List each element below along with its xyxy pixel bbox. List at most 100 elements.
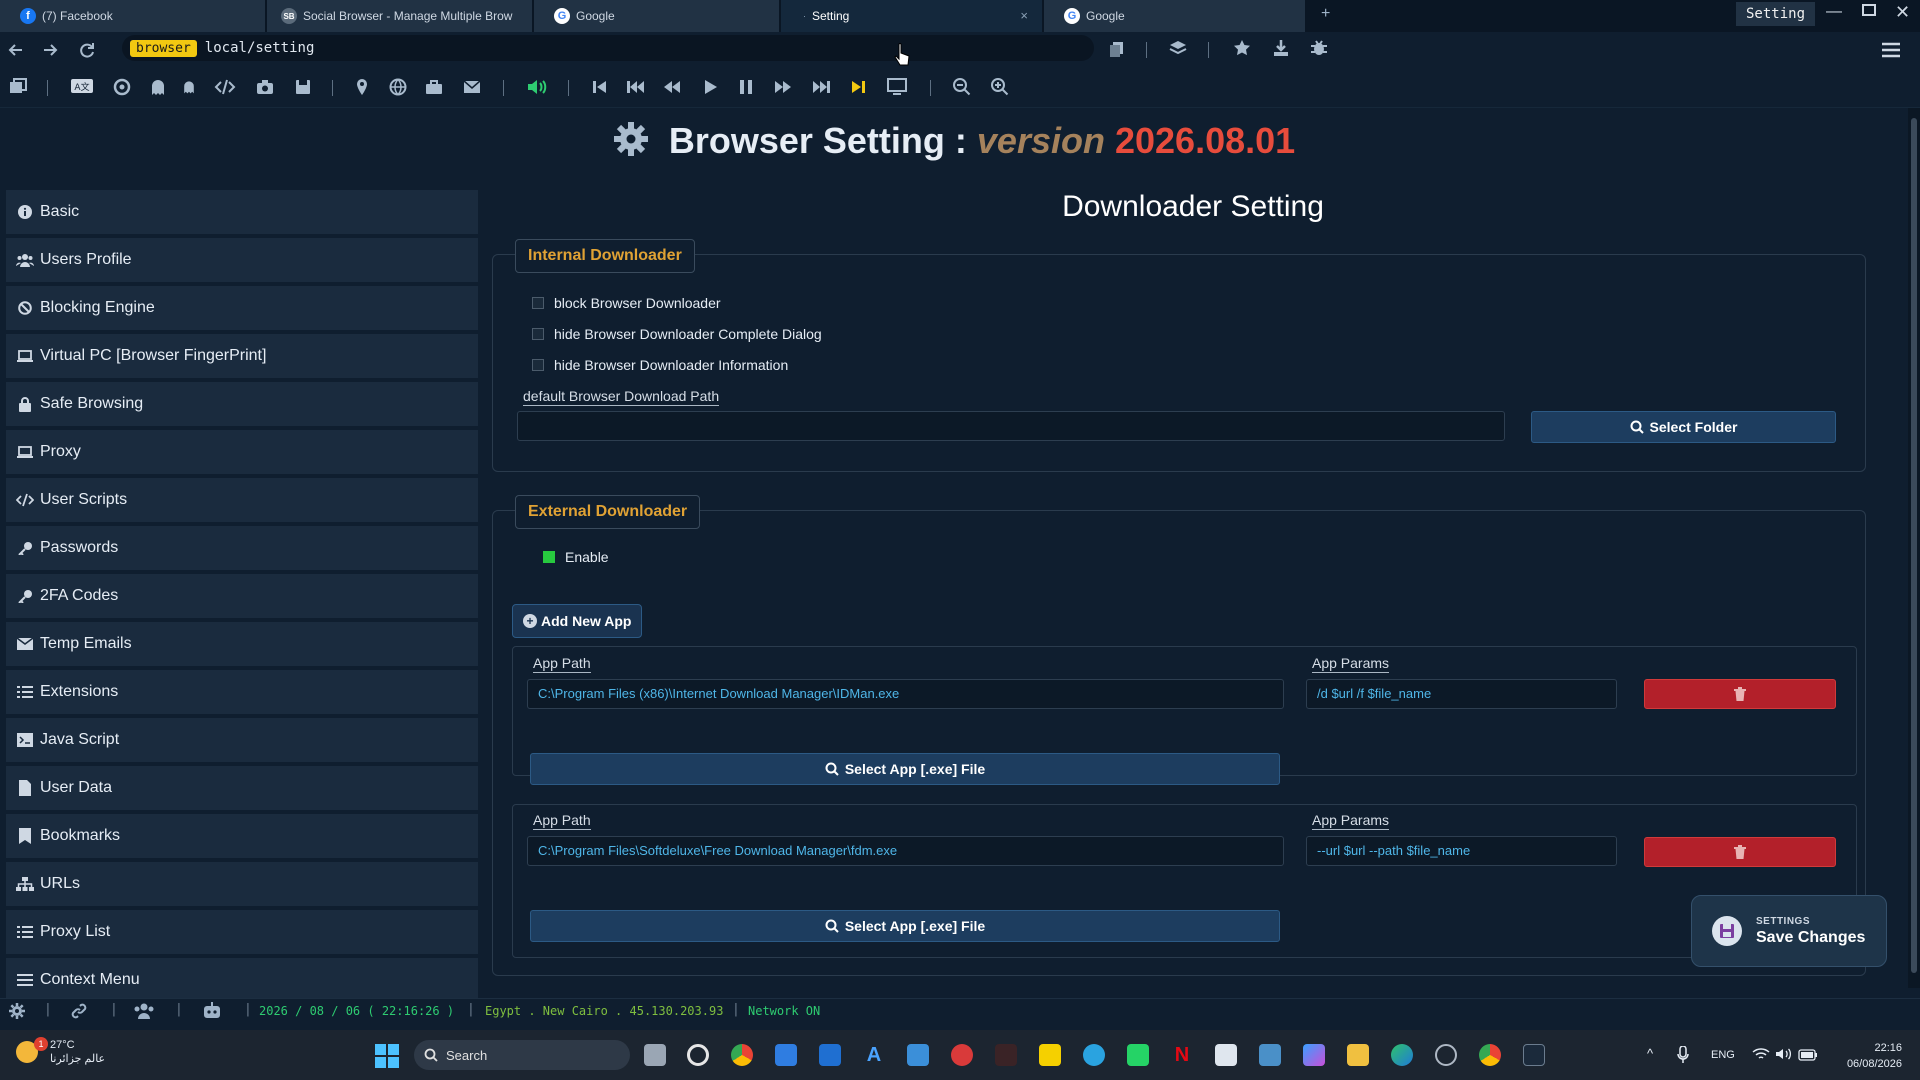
vpn-icon[interactable]	[112, 77, 134, 99]
tab-facebook[interactable]: f (7) Facebook	[0, 0, 266, 32]
pause-icon[interactable]	[737, 78, 759, 100]
game-launcher-icon[interactable]	[951, 1044, 973, 1066]
language-indicator[interactable]: ENG	[1711, 1049, 1735, 1061]
sidebar-item-user-data[interactable]: User Data	[6, 766, 478, 810]
delete-app-button[interactable]	[1644, 837, 1836, 867]
speaker-icon[interactable]	[1775, 1047, 1793, 1063]
app-path-input[interactable]: C:\Program Files\Softdeluxe\Free Downloa…	[527, 836, 1284, 866]
chrome-icon[interactable]	[731, 1044, 753, 1066]
checkbox-hide-complete-dialog[interactable]: hide Browser Downloader Complete Dialog	[532, 326, 822, 342]
ghost-icon[interactable]	[148, 77, 170, 99]
telegram-icon[interactable]	[1083, 1044, 1105, 1066]
translate-icon[interactable]: A文	[70, 77, 93, 99]
sticky-notes-icon[interactable]	[1039, 1044, 1061, 1066]
sidebar-item-context-menu[interactable]: Context Menu	[6, 958, 478, 1002]
close-window-icon[interactable]: ✕	[1895, 2, 1910, 23]
download-icon[interactable]	[1271, 38, 1293, 60]
scrollbar-thumb[interactable]	[1911, 118, 1917, 973]
app-path-input[interactable]: C:\Program Files (x86)\Internet Download…	[527, 679, 1284, 709]
sidebar-item-temp-emails[interactable]: Temp Emails	[6, 622, 478, 666]
minimize-icon[interactable]: —	[1826, 3, 1842, 21]
maximize-icon[interactable]	[1862, 3, 1876, 17]
select-app-file-button[interactable]: Select App [.exe] File	[530, 753, 1280, 785]
sidebar-item-user-scripts[interactable]: User Scripts	[6, 478, 478, 522]
users-icon[interactable]	[133, 1002, 154, 1022]
app-a-icon[interactable]: A	[863, 1044, 885, 1066]
robot-icon[interactable]	[201, 1002, 221, 1022]
layers-icon[interactable]	[1168, 38, 1190, 60]
sidebar-item-proxy-list[interactable]: Proxy List	[6, 910, 478, 954]
chatgpt-icon[interactable]	[687, 1044, 709, 1066]
microphone-icon[interactable]	[1677, 1046, 1693, 1064]
sidebar-item-passwords[interactable]: Passwords	[6, 526, 478, 570]
app-icon[interactable]	[1215, 1044, 1237, 1066]
globe-icon[interactable]	[388, 77, 410, 99]
skip-start-icon[interactable]	[591, 78, 613, 100]
wifi-icon[interactable]	[1752, 1047, 1770, 1063]
sidebar-item-bookmarks[interactable]: Bookmarks	[6, 814, 478, 858]
ghost-small-icon[interactable]	[181, 79, 203, 101]
fast-forward-icon[interactable]	[773, 78, 795, 100]
mail-icon[interactable]	[462, 77, 484, 99]
checkbox-block-downloader[interactable]: block Browser Downloader	[532, 295, 721, 311]
social-browser-icon[interactable]	[1523, 1044, 1545, 1066]
add-new-app-button[interactable]: + Add New App	[512, 604, 643, 638]
tray-chevron-icon[interactable]: ^	[1647, 1046, 1653, 1061]
forward-icon[interactable]	[40, 40, 60, 60]
task-view-icon[interactable]	[644, 1044, 666, 1066]
back-icon[interactable]	[6, 40, 26, 60]
whatsapp-icon[interactable]	[1127, 1044, 1149, 1066]
store-icon[interactable]	[775, 1044, 797, 1066]
copy-icon[interactable]	[1107, 39, 1129, 61]
location-pin-icon[interactable]	[352, 77, 374, 99]
tab-google[interactable]: G Google	[534, 0, 780, 32]
extension-bug-icon[interactable]	[1309, 38, 1331, 60]
next-icon[interactable]	[811, 78, 833, 100]
camera-icon[interactable]	[255, 77, 277, 99]
menu-icon[interactable]	[1880, 40, 1902, 62]
windows-icon[interactable]	[8, 76, 30, 98]
code-icon[interactable]	[214, 77, 236, 99]
url-text[interactable]: local/setting	[205, 40, 315, 56]
photos-icon[interactable]	[907, 1044, 929, 1066]
taskbar-clock[interactable]: 22:16 06/08/2026	[1832, 1040, 1902, 1072]
new-tab-button[interactable]: +	[1321, 5, 1330, 23]
settings-gear-icon[interactable]	[8, 1002, 28, 1022]
select-app-file-button[interactable]: Select App [.exe] File	[530, 910, 1280, 942]
zoom-out-icon[interactable]	[952, 77, 974, 99]
toolbox-icon[interactable]	[424, 77, 446, 99]
select-folder-button[interactable]: Select Folder	[1531, 411, 1836, 443]
file-explorer-icon[interactable]	[1347, 1044, 1369, 1066]
enable-checkbox[interactable]	[543, 551, 555, 563]
page-scrollbar[interactable]	[1908, 108, 1920, 988]
save-changes-button[interactable]: SETTINGS Save Changes	[1691, 895, 1887, 967]
delete-app-button[interactable]	[1644, 679, 1836, 709]
sidebar-item-2fa-codes[interactable]: 2FA Codes	[6, 574, 478, 618]
sidebar-item-proxy[interactable]: Proxy	[6, 430, 478, 474]
previous-icon[interactable]	[626, 78, 648, 100]
sidebar-item-java-script[interactable]: Java Script	[6, 718, 478, 762]
app-params-input[interactable]: --url $url --path $file_name	[1306, 836, 1617, 866]
tab-social-browser[interactable]: SB Social Browser - Manage Multiple Brow	[267, 0, 533, 32]
checkbox[interactable]	[532, 297, 544, 309]
taskbar-search[interactable]: Search	[414, 1040, 630, 1070]
sidebar-item-urls[interactable]: URLs	[6, 862, 478, 906]
netflix-icon[interactable]: N	[1171, 1044, 1193, 1066]
chrome-icon[interactable]	[1479, 1044, 1501, 1066]
rewind-icon[interactable]	[662, 78, 684, 100]
windows-start-icon[interactable]	[375, 1044, 399, 1068]
sidebar-item-virtual-pc[interactable]: Virtual PC [Browser FingerPrint]	[6, 334, 478, 378]
sidebar-item-blocking-engine[interactable]: Blocking Engine	[6, 286, 478, 330]
checkbox-hide-downloader-info[interactable]: hide Browser Downloader Information	[532, 357, 788, 373]
weather-widget[interactable]: 1 27°C عالم جزائرنا	[16, 1037, 105, 1066]
skip-end-icon[interactable]	[849, 78, 871, 100]
sidebar-item-users-profile[interactable]: Users Profile	[6, 238, 478, 282]
sidebar-item-extensions[interactable]: Extensions	[6, 670, 478, 714]
save-disk-icon[interactable]	[293, 77, 315, 99]
tab-google[interactable]: G Google	[1044, 0, 1306, 32]
app-params-input[interactable]: /d $url /f $file_name	[1306, 679, 1617, 709]
wolf-game-icon[interactable]	[995, 1044, 1017, 1066]
checkbox[interactable]	[532, 328, 544, 340]
enable-toggle[interactable]: Enable	[543, 549, 609, 565]
zoom-in-icon[interactable]	[990, 77, 1012, 99]
